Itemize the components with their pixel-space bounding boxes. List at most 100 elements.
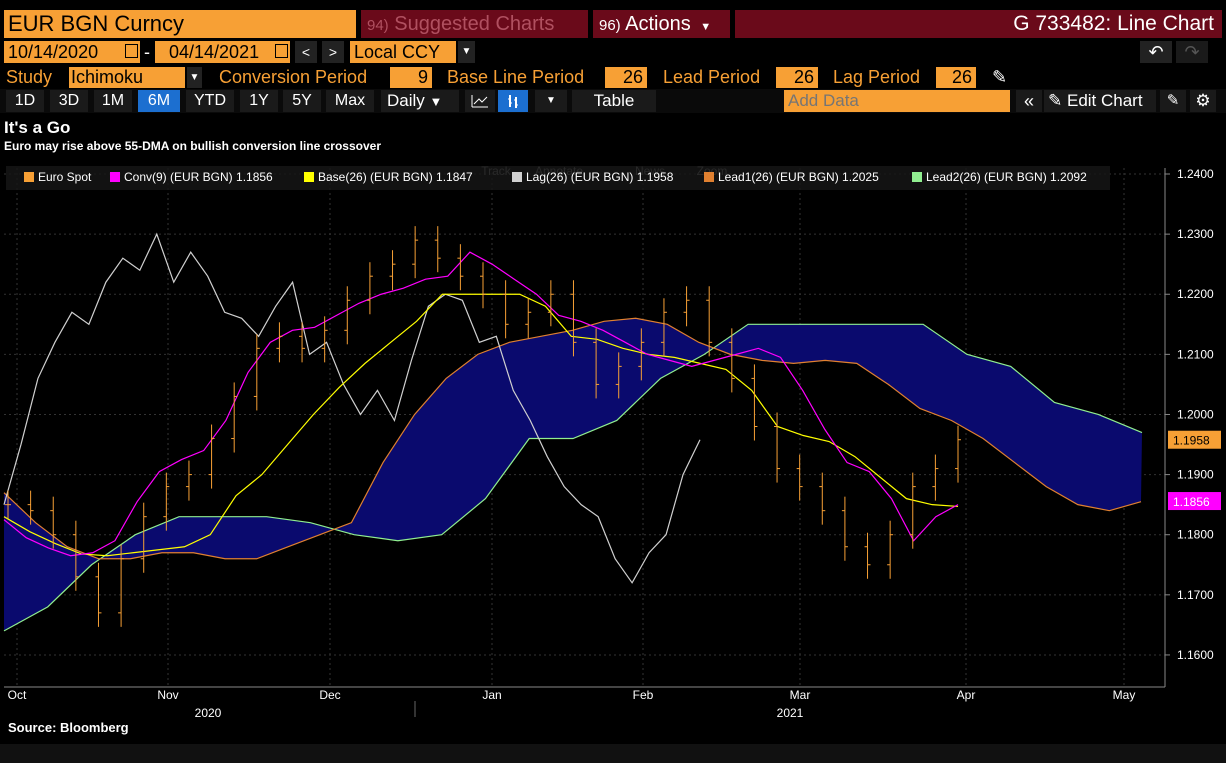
spot-bar	[932, 454, 939, 501]
start-date-value: 10/14/2020	[8, 42, 99, 62]
currency-value: Local CCY	[354, 42, 441, 62]
edit-chart-button[interactable]: ✎ Edit Chart	[1044, 90, 1156, 112]
spot-bar	[434, 226, 441, 273]
annotate-edit-icon[interactable]: ✎	[1160, 90, 1186, 112]
chart-title-bar: G 733482: Line Chart	[735, 10, 1222, 38]
spot-bar	[457, 244, 464, 291]
study-dropdown-icon[interactable]: ▼	[187, 67, 202, 88]
range-button-5y[interactable]: 5Y	[283, 90, 321, 112]
chart-id-label: G 733482: Line Chart	[1013, 12, 1214, 35]
table-button[interactable]: Table	[572, 90, 656, 112]
range-button-ytd[interactable]: YTD	[186, 90, 234, 112]
spot-bar	[751, 364, 758, 441]
legend-item: Lead1(26) (EUR BGN) 1.2025	[718, 170, 879, 184]
calendar-icon[interactable]	[125, 44, 138, 58]
y-tick-label: 1.1800	[1177, 528, 1214, 542]
spot-bar	[683, 286, 690, 327]
source-label: Source: Bloomberg	[8, 720, 129, 735]
currency-select[interactable]: Local CCY	[350, 41, 456, 63]
frequency-value: Daily	[387, 91, 425, 110]
spot-bar	[231, 382, 238, 453]
chart-type-dropdown-icon[interactable]: ▼	[535, 90, 567, 112]
base-line-period-label: Base Line Period	[447, 67, 585, 87]
redo-icon[interactable]: ↷	[1176, 41, 1208, 63]
spot-bar	[864, 532, 871, 579]
gear-icon[interactable]: ⚙	[1190, 90, 1216, 112]
ichimoku-chart[interactable]: 1.1600 1.1700 1.1800 1.1900 1.2000 1.2100 1.22…	[0, 158, 1226, 728]
range-button-6m[interactable]: 6M	[138, 90, 180, 112]
add-data-field[interactable]	[784, 90, 1010, 112]
range-button-1d[interactable]: 1D	[6, 90, 44, 112]
bottom-status-bar	[0, 744, 1226, 763]
add-data-input[interactable]	[784, 90, 1010, 112]
spot-bar	[955, 425, 961, 483]
bar-chart-icon[interactable]	[498, 90, 528, 112]
collapse-icon[interactable]: «	[1016, 90, 1042, 112]
date-range-row: 10/14/2020 - 04/14/2021 < > Local CCY ▼ …	[0, 41, 1226, 63]
y-tick-label: 1.1600	[1177, 648, 1214, 662]
spot-bar	[412, 226, 419, 279]
headline-subtitle: Euro may rise above 55-DMA on bullish co…	[4, 139, 382, 153]
y-tick-label: 1.2300	[1177, 227, 1214, 241]
legend-swatch	[512, 172, 522, 182]
range-button-1m[interactable]: 1M	[94, 90, 132, 112]
spot-bar	[366, 262, 373, 315]
y-tick-label: 1.2000	[1177, 407, 1214, 421]
suggested-charts-number: 94)	[367, 17, 389, 34]
y-tick-label: 1.1700	[1177, 588, 1214, 602]
edit-chart-label: Edit Chart	[1066, 91, 1143, 110]
suggested-charts-button[interactable]: 94) Suggested Charts	[361, 10, 588, 38]
range-button-3d[interactable]: 3D	[50, 90, 88, 112]
line-chart-icon[interactable]	[465, 90, 495, 112]
y-tick-label: 1.1900	[1177, 468, 1214, 482]
actions-dropdown-icon: ▼	[700, 21, 712, 33]
pencil-icon[interactable]: ✎	[992, 66, 1007, 88]
undo-icon[interactable]: ↶	[1140, 41, 1172, 63]
start-date-field[interactable]: 10/14/2020	[4, 41, 140, 63]
base-line-period-input[interactable]: 26	[605, 67, 647, 88]
lag-period-label: Lag Period	[833, 67, 921, 87]
x-tick-label: Nov	[157, 688, 178, 702]
lead-period-input[interactable]: 26	[776, 67, 818, 88]
spot-bar	[276, 322, 283, 363]
spot-bar	[502, 280, 509, 339]
x-tick-label: May	[1113, 688, 1136, 702]
spot-bar	[389, 250, 396, 291]
spot-bar	[253, 334, 260, 411]
spot-bar	[185, 460, 192, 501]
next-period-button[interactable]: >	[322, 41, 344, 63]
frequency-select[interactable]: Daily ▼	[381, 90, 459, 112]
range-button-1y[interactable]: 1Y	[240, 90, 278, 112]
range-button-max[interactable]: Max	[326, 90, 374, 112]
legend-item: Base(26) (EUR BGN) 1.1847	[318, 170, 473, 184]
legend-swatch	[24, 172, 34, 182]
currency-dropdown-icon[interactable]: ▼	[458, 41, 475, 63]
suggested-charts-label: Suggested Charts	[394, 13, 555, 35]
conversion-period-input[interactable]: 9	[390, 67, 432, 88]
actions-number: 96)	[599, 17, 621, 34]
price-label: 1.1856	[1173, 495, 1210, 509]
chart-toolbar: 1D 3D 1M 6M YTD 1Y5YMax Daily ▼ ▼ Table « ✎ E…	[0, 89, 1226, 113]
security-label: EUR BGN Curncy	[8, 11, 185, 36]
top-bar: EUR BGN Curncy 94) Suggested Charts 96) …	[0, 10, 1226, 38]
price-label: 1.1958	[1173, 434, 1210, 448]
chevron-down-icon: ▼	[429, 94, 443, 109]
end-date-field[interactable]: 04/14/2021	[155, 41, 290, 63]
legend-swatch	[912, 172, 922, 182]
calendar-icon[interactable]	[275, 44, 288, 58]
legend-swatch	[304, 172, 314, 182]
x-tick-label: Apr	[957, 688, 976, 702]
legend-swatch	[704, 172, 714, 182]
study-select[interactable]: Ichimoku	[69, 67, 185, 88]
y-tick-label: 1.2100	[1177, 347, 1214, 361]
x-year-label: 2020	[195, 706, 222, 720]
security-field[interactable]: EUR BGN Curncy	[4, 10, 356, 38]
lag-period-input[interactable]: 26	[936, 67, 976, 88]
prev-period-button[interactable]: <	[295, 41, 317, 63]
actions-button[interactable]: 96) Actions ▼	[593, 10, 730, 38]
lead-period-label: Lead Period	[663, 67, 761, 87]
spot-bar	[344, 286, 351, 345]
spot-bar	[909, 472, 916, 549]
y-tick-label: 1.2400	[1177, 167, 1214, 181]
x-year-label: 2021	[777, 706, 804, 720]
